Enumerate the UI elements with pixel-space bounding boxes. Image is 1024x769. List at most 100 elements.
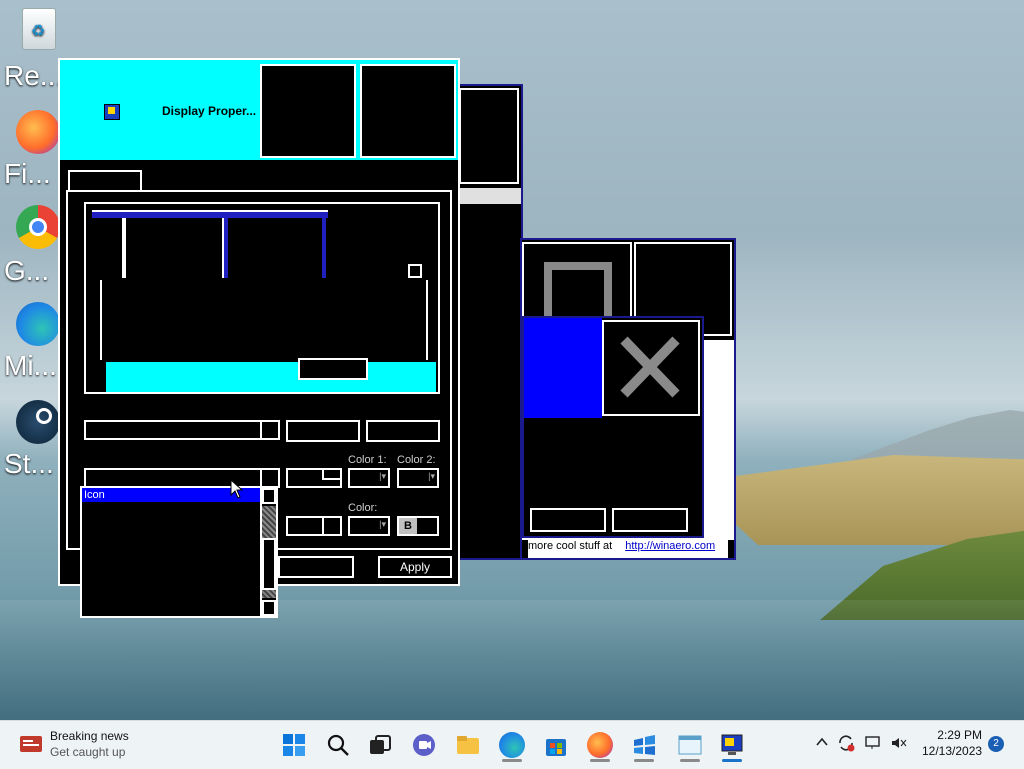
apply-button[interactable]: Apply bbox=[378, 556, 452, 578]
scroll-up-button[interactable] bbox=[262, 488, 276, 504]
edge-icon bbox=[16, 302, 60, 346]
title-bar: Display Proper... bbox=[60, 60, 458, 160]
tab-appearance[interactable] bbox=[68, 170, 142, 192]
winaero-window-back[interactable] bbox=[455, 84, 523, 560]
update-icon bbox=[839, 735, 855, 752]
title-button-2[interactable] bbox=[360, 64, 456, 158]
clock-date: 12/13/2023 bbox=[922, 744, 983, 758]
close-icon bbox=[620, 336, 680, 398]
bold-button[interactable]: B bbox=[399, 518, 417, 534]
chat-button[interactable] bbox=[411, 732, 437, 758]
firefox-icon bbox=[587, 732, 613, 758]
item-dropdown[interactable] bbox=[84, 468, 280, 488]
task-view-button[interactable] bbox=[367, 732, 393, 758]
folder-icon bbox=[457, 736, 479, 754]
scheme-dropdown[interactable] bbox=[84, 420, 280, 440]
inner-dialog-titlebar bbox=[524, 318, 602, 418]
network-icon bbox=[865, 736, 880, 749]
scroll-thumb[interactable] bbox=[262, 538, 276, 590]
field bbox=[690, 455, 1024, 545]
preview-area bbox=[84, 202, 440, 394]
task-view-icon bbox=[370, 735, 391, 754]
show-hidden-icons[interactable] bbox=[815, 735, 829, 752]
chevron-down-icon bbox=[260, 470, 278, 486]
clock[interactable]: 2:29 PM 12/13/2023 bbox=[922, 728, 982, 758]
font-color-dropdown[interactable]: |▾ bbox=[348, 516, 390, 536]
scroll-track bbox=[262, 506, 276, 538]
active-indicator bbox=[722, 759, 742, 762]
running-indicator bbox=[590, 759, 610, 762]
recycle-bin-icon: ♻ bbox=[22, 8, 56, 50]
notification-badge[interactable]: 2 bbox=[988, 736, 1004, 752]
edge-taskbar-button[interactable] bbox=[499, 732, 525, 758]
preview-titlebar-inactive bbox=[92, 210, 328, 218]
cancel-button[interactable] bbox=[278, 556, 354, 578]
save-as-button[interactable] bbox=[286, 420, 360, 442]
network-tray-button[interactable] bbox=[864, 735, 882, 756]
news-title: Breaking news bbox=[50, 729, 129, 743]
color1-dropdown[interactable]: |▾ bbox=[348, 468, 390, 488]
running-indicator bbox=[502, 759, 522, 762]
edge-icon bbox=[499, 732, 525, 758]
windows-logo-icon bbox=[283, 734, 305, 756]
news-widget[interactable]: Breaking news Get caught up bbox=[50, 729, 129, 759]
start-button[interactable] bbox=[281, 732, 307, 758]
size-stepper[interactable] bbox=[286, 468, 342, 488]
maximize-icon bbox=[544, 262, 612, 322]
control-panel-taskbar-button[interactable] bbox=[677, 732, 703, 758]
close-button[interactable] bbox=[602, 320, 700, 416]
firefox-icon bbox=[16, 110, 60, 154]
inner-dialog[interactable] bbox=[522, 316, 704, 538]
color1-label: Color 1: bbox=[348, 454, 387, 466]
preview-button bbox=[298, 358, 368, 380]
color2-label: Color 2: bbox=[397, 454, 436, 466]
search-icon bbox=[327, 734, 349, 756]
update-tray-button[interactable] bbox=[837, 734, 855, 757]
preview-scroll-box bbox=[408, 264, 422, 278]
chevron-up-icon bbox=[816, 737, 828, 746]
winaero-link[interactable]: http://winaero.com bbox=[625, 540, 715, 552]
window-app-icon bbox=[678, 735, 702, 755]
scroll-down-button[interactable] bbox=[262, 600, 276, 616]
winver-taskbar-button[interactable] bbox=[631, 732, 657, 758]
chevron-down-icon bbox=[260, 422, 278, 438]
winaero-back-strip bbox=[457, 188, 521, 204]
file-explorer-button[interactable] bbox=[455, 732, 481, 758]
color2-dropdown[interactable]: |▾ bbox=[397, 468, 439, 488]
lake bbox=[0, 600, 1024, 720]
delete-button[interactable] bbox=[366, 420, 440, 442]
chrome-icon bbox=[16, 205, 60, 249]
preview-window bbox=[100, 280, 428, 360]
monitor-icon bbox=[104, 104, 120, 120]
font-color-label: Color: bbox=[348, 502, 378, 514]
news-subtitle: Get caught up bbox=[50, 745, 126, 759]
mouse-cursor-icon bbox=[230, 479, 244, 499]
preview-titlebar-active bbox=[106, 358, 436, 392]
running-indicator bbox=[634, 759, 654, 762]
display-properties-taskbar-button[interactable] bbox=[719, 732, 745, 758]
font-size-stepper[interactable] bbox=[286, 516, 342, 536]
title-button-1[interactable] bbox=[260, 64, 356, 158]
list-scrollbar[interactable] bbox=[260, 488, 276, 616]
volume-muted-icon bbox=[892, 738, 907, 748]
windows-flag-icon bbox=[634, 735, 655, 755]
steam-icon bbox=[16, 400, 60, 444]
clock-time: 2:29 PM bbox=[937, 728, 982, 742]
window-title: Display Proper... bbox=[162, 104, 257, 118]
store-icon bbox=[546, 739, 566, 756]
winaero-back-panel bbox=[459, 88, 519, 184]
search-button[interactable] bbox=[325, 732, 351, 758]
monitor-icon bbox=[721, 734, 743, 755]
volume-tray-button[interactable] bbox=[890, 735, 908, 756]
mountain bbox=[850, 410, 1024, 460]
inner-dialog-button-1[interactable] bbox=[530, 508, 606, 532]
inner-dialog-button-2[interactable] bbox=[612, 508, 688, 532]
font-style-group: B bbox=[397, 516, 439, 536]
store-button[interactable] bbox=[543, 732, 569, 758]
item-dropdown-list[interactable]: Icon bbox=[80, 486, 278, 618]
winaero-footer: more cool stuff at http://winaero.com bbox=[528, 540, 728, 558]
running-indicator bbox=[680, 759, 700, 762]
firefox-taskbar-button[interactable] bbox=[587, 732, 613, 758]
news-icon bbox=[20, 732, 42, 754]
chat-icon bbox=[413, 734, 435, 756]
